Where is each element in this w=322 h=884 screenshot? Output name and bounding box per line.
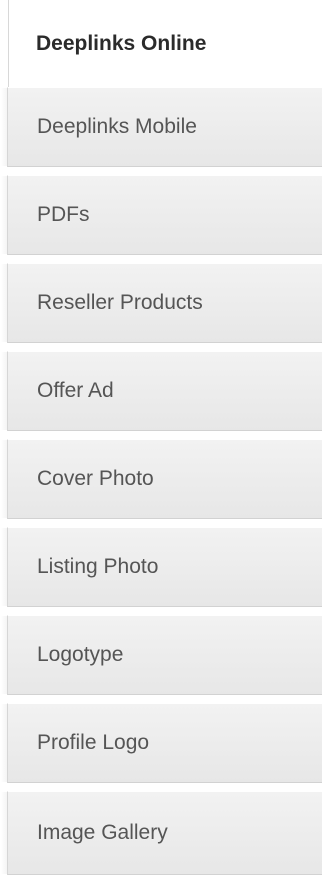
tab-listing-photo[interactable]: Listing Photo (1, 527, 322, 607)
tab-deeplinks-online[interactable]: Deeplinks Online (2, 0, 322, 87)
vertical-tab-nav: Deeplinks Online Deeplinks Mobile PDFs R… (0, 0, 322, 884)
tab-cover-photo[interactable]: Cover Photo (1, 439, 322, 519)
tab-reseller-products[interactable]: Reseller Products (1, 263, 322, 343)
tab-offer-ad[interactable]: Offer Ad (1, 351, 322, 431)
tab-profile-logo[interactable]: Profile Logo (1, 703, 322, 783)
tab-image-gallery[interactable]: Image Gallery (1, 791, 322, 875)
tab-pdfs[interactable]: PDFs (1, 175, 322, 255)
tab-logotype[interactable]: Logotype (1, 615, 322, 695)
tab-deeplinks-mobile[interactable]: Deeplinks Mobile (1, 87, 322, 167)
